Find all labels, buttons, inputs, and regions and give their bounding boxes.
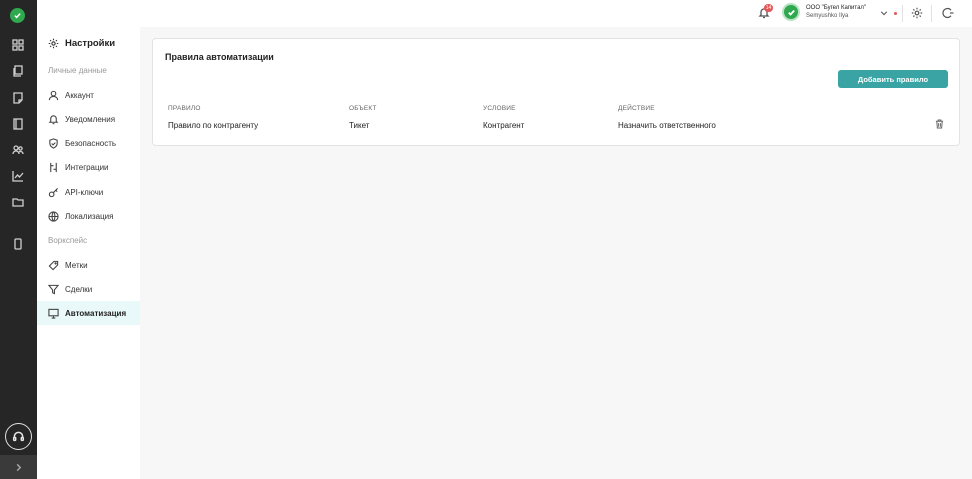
sidebar-item-automation[interactable]: Автоматизация [37, 301, 140, 325]
column-header-rule: ПРАВИЛО [168, 105, 201, 112]
column-header-action: ДЕЙСТВИЕ [618, 105, 655, 112]
divider [902, 5, 903, 22]
user-icon [48, 90, 59, 100]
shield-icon [49, 137, 58, 149]
sidebar-item-localization[interactable]: Локализация [37, 204, 140, 228]
sidebar-item-label: Метки [65, 260, 88, 270]
rule-action-cell: Назначить ответственного [618, 121, 716, 130]
column-header-object: ОБЪЕКТ [349, 105, 377, 112]
sidebar-item-security[interactable]: Безопасность [37, 131, 140, 155]
analytics-icon[interactable] [11, 169, 25, 183]
company-avatar [782, 3, 800, 21]
sidebar-item-label: Локализация [65, 211, 114, 221]
book-icon[interactable] [11, 117, 25, 131]
logout-button[interactable] [942, 7, 954, 21]
rule-name-cell[interactable]: Правило по контрагенту [168, 121, 258, 130]
user-name: Semyushko Ilya [806, 13, 849, 19]
key-icon [48, 187, 59, 197]
settings-title-label: Настройки [65, 38, 116, 49]
divider [931, 5, 932, 22]
settings-sidebar: Настройки Личные данные Аккаунт Уведомле… [37, 0, 140, 479]
add-rule-button[interactable]: Добавить правило [838, 70, 948, 88]
sidebar-item-api-keys[interactable]: API-ключи [37, 180, 140, 204]
sidebar-item-label: Автоматизация [65, 308, 127, 318]
tag-icon [48, 260, 59, 270]
expand-sidebar-button[interactable] [0, 455, 37, 479]
notifications-badge: 14 [764, 4, 773, 12]
settings-button[interactable] [911, 7, 923, 21]
section-personal-data: Личные данные [48, 66, 107, 75]
rule-object-cell: Тикет [349, 121, 370, 130]
notifications-button[interactable]: 14 [758, 4, 773, 21]
company-name: ООО "Бугел Капитал" [806, 5, 867, 11]
company-switcher[interactable]: ООО "Бугел Капитал" Semyushko Ilya [782, 3, 866, 21]
sidebar-item-integrations[interactable]: Интеграции [37, 155, 140, 179]
gear-icon [48, 38, 59, 49]
status-dot [894, 12, 897, 15]
sidebar-item-tags[interactable]: Метки [37, 253, 140, 277]
support-headset-icon[interactable] [5, 423, 32, 450]
rule-condition-cell: Контрагент [483, 121, 525, 130]
settings-title: Настройки [48, 38, 115, 49]
card-title: Правила автоматизации [165, 52, 274, 62]
gear-icon [911, 7, 923, 19]
integrations-icon [50, 162, 57, 172]
tickets-icon[interactable] [11, 91, 25, 105]
contacts-icon[interactable] [11, 143, 25, 157]
sidebar-item-label: Сделки [65, 284, 93, 294]
sidebar-item-label: Аккаунт [65, 90, 94, 100]
chevron-right-icon [16, 463, 22, 471]
app-rail [0, 0, 37, 479]
automation-rules-card: Правила автоматизации Добавить правило П… [152, 38, 960, 146]
folder-icon[interactable] [11, 195, 25, 209]
check-icon [787, 9, 795, 16]
chevron-down-icon[interactable] [880, 9, 888, 19]
documents-icon[interactable] [11, 64, 25, 78]
logout-icon [942, 7, 954, 19]
top-bar: 14 ООО "Бугел Капитал" Semyushko Ilya [140, 0, 972, 27]
trash-icon [935, 119, 944, 129]
sidebar-item-label: Интеграции [65, 162, 109, 172]
sidebar-item-label: API-ключи [65, 187, 104, 197]
sidebar-item-deals[interactable]: Сделки [37, 277, 140, 301]
monitor-icon [48, 308, 59, 319]
dashboard-icon[interactable] [11, 38, 25, 52]
bell-icon [48, 114, 59, 124]
column-header-condition: УСЛОВИЕ [483, 105, 516, 112]
funnel-icon [48, 284, 59, 295]
delete-rule-button[interactable] [935, 119, 944, 131]
sidebar-item-label: Уведомления [65, 114, 116, 124]
globe-icon [48, 210, 59, 222]
sidebar-item-account[interactable]: Аккаунт [37, 83, 140, 107]
section-workspace: Воркспейс [48, 236, 88, 245]
sidebar-item-notifications[interactable]: Уведомления [37, 107, 140, 131]
app-logo-icon[interactable] [10, 8, 25, 23]
mobile-icon[interactable] [11, 237, 25, 251]
sidebar-item-label: Безопасность [65, 138, 117, 148]
